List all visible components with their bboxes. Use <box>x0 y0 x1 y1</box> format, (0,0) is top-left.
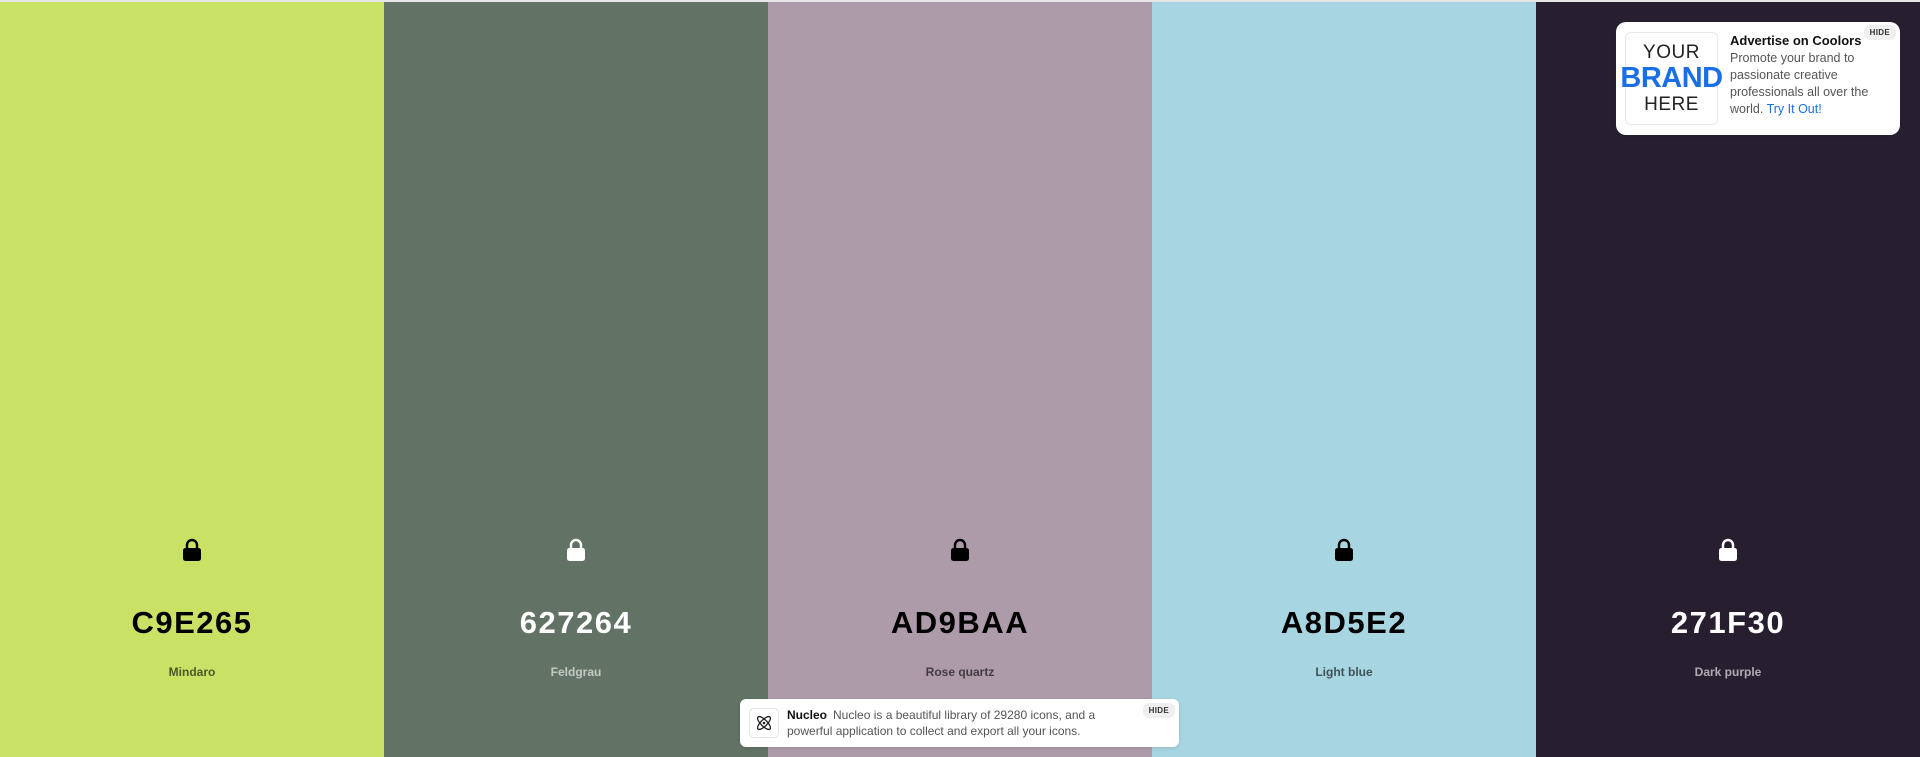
nucleo-atom-icon <box>749 708 779 738</box>
ad-card: YOUR BRAND HERE Advertise on Coolors Pro… <box>1616 22 1900 135</box>
notification-body: Nucleo is a beautiful library of 29280 i… <box>787 708 1096 738</box>
logo-line-here: HERE <box>1644 94 1699 115</box>
color-hex-code[interactable]: C9E265 <box>0 605 384 641</box>
color-hex-code[interactable]: 627264 <box>384 605 768 641</box>
color-name[interactable]: Dark purple <box>1536 665 1920 679</box>
color-name[interactable]: Feldgrau <box>384 665 768 679</box>
color-swatch[interactable]: A8D5E2 Light blue <box>1152 2 1536 757</box>
color-hex-code[interactable]: A8D5E2 <box>1152 605 1536 641</box>
color-hex-code[interactable]: 271F30 <box>1536 605 1920 641</box>
color-name[interactable]: Mindaro <box>0 665 384 679</box>
notification-hide-button[interactable]: HIDE <box>1142 703 1175 718</box>
color-swatch[interactable]: 627264 Feldgrau <box>384 2 768 757</box>
ad-hide-button[interactable]: HIDE <box>1863 25 1896 40</box>
brand-logo-placeholder[interactable]: YOUR BRAND HERE <box>1620 32 1723 125</box>
lock-icon[interactable] <box>182 538 202 562</box>
notification-text: Nucleo Nucleo is a beautiful library of 2… <box>787 707 1132 739</box>
logo-line-brand: BRAND <box>1620 62 1723 94</box>
lock-icon[interactable] <box>1718 538 1738 562</box>
color-hex-code[interactable]: AD9BAA <box>768 605 1152 641</box>
lock-icon[interactable] <box>950 538 970 562</box>
try-it-out-link[interactable]: Try It Out! <box>1767 102 1822 116</box>
color-name[interactable]: Light blue <box>1152 665 1536 679</box>
color-swatch[interactable]: AD9BAA Rose quartz <box>768 2 1152 757</box>
logo-line-your: YOUR <box>1643 42 1700 63</box>
color-swatch[interactable]: C9E265 Mindaro <box>0 2 384 757</box>
lock-icon[interactable] <box>566 538 586 562</box>
notification-title: Nucleo <box>787 708 828 722</box>
ad-description: Promote your brand to passionate creativ… <box>1730 50 1890 118</box>
nucleo-notification: Nucleo Nucleo is a beautiful library of 2… <box>740 699 1179 747</box>
ad-title: Advertise on Coolors <box>1730 33 1862 48</box>
color-name[interactable]: Rose quartz <box>768 665 1152 679</box>
lock-icon[interactable] <box>1334 538 1354 562</box>
